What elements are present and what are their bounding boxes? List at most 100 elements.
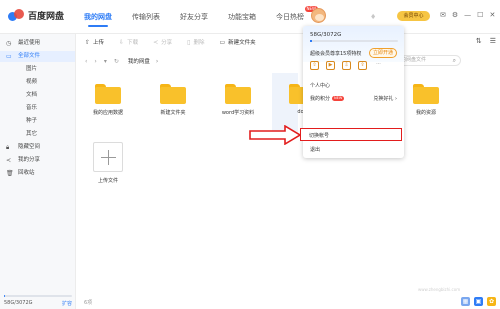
sidebar-item-label: 隐藏空间 bbox=[18, 144, 41, 150]
toolbar: ⇧ 上传 ⇩ 下载 ≺ 分享 ▯ 删除 ▭ 新建文件夹 ⇅ ☰ bbox=[77, 36, 500, 48]
assistant-icon[interactable]: ✿ bbox=[487, 297, 496, 306]
folder-icon bbox=[160, 84, 186, 104]
sidebar-item-torrents[interactable]: 种子 bbox=[0, 116, 75, 127]
sidebar-item-label: 我的分享 bbox=[18, 157, 41, 163]
switch-account-label: 切换帐号 bbox=[309, 133, 330, 139]
vip-open-button[interactable]: 立即开通 bbox=[369, 48, 397, 58]
file-item[interactable]: 新建文件夹 bbox=[143, 84, 203, 116]
file-name: 我的应用数据 bbox=[92, 110, 123, 116]
tab-my-netdisk[interactable]: 我的网盘 bbox=[84, 12, 112, 27]
maximize-icon[interactable]: ☐ bbox=[477, 11, 483, 19]
mail-icon[interactable]: ✉ bbox=[440, 11, 446, 19]
download-label: 下载 bbox=[127, 40, 139, 46]
share-button[interactable]: ≺ 分享 bbox=[153, 38, 173, 47]
image-view-icon[interactable]: ▣ bbox=[474, 297, 483, 306]
folder-icon: ▭ bbox=[6, 53, 12, 60]
popup-storage-fill bbox=[310, 40, 312, 42]
grid-view-icon[interactable]: ▦ bbox=[461, 297, 470, 306]
folder-icon bbox=[225, 84, 251, 104]
trash-icon: ▯ bbox=[187, 38, 191, 46]
upload-label: 上传 bbox=[93, 40, 105, 46]
sidebar-item-docs[interactable]: 文档 bbox=[0, 90, 75, 101]
sidebar: ◷ 最近使用 ▭ 全部文件 图片 视频 文档 音乐 种子 其它 🔒︎ 隐藏空间 ≺ 我的… bbox=[0, 34, 76, 309]
baidu-cloud-logo-icon bbox=[8, 9, 24, 22]
video-icon[interactable]: ▶ bbox=[326, 61, 335, 70]
more-icon[interactable]: ··· bbox=[374, 61, 383, 70]
my-points-link[interactable]: 我的积分 NEW bbox=[310, 95, 345, 102]
forward-icon[interactable]: › bbox=[94, 58, 96, 65]
file-name: 上传文件 bbox=[97, 178, 118, 184]
sort-icon[interactable]: ⇅ bbox=[476, 37, 482, 45]
personal-center-link[interactable]: 个人中心 bbox=[310, 82, 330, 89]
upload-button[interactable]: ⇧ 上传 bbox=[85, 38, 105, 47]
gear-icon[interactable]: ⚙ bbox=[452, 11, 458, 19]
app-logo[interactable]: 百度网盘 bbox=[8, 9, 64, 22]
close-icon[interactable]: ✕ bbox=[489, 11, 495, 19]
title-bar: 百度网盘 我的网盘 传输列表 好友分享 功能宝箱 今日热榜 NEW ♦ 会员中心 … bbox=[0, 0, 500, 34]
new-folder-label: 新建文件夹 bbox=[228, 40, 256, 46]
sidebar-item-all-files[interactable]: ▭ 全部文件 bbox=[0, 51, 75, 62]
share-icon: ≺ bbox=[6, 157, 12, 164]
redeem-gift-link[interactable]: 兑换好礼 › bbox=[373, 95, 397, 102]
vip-privilege-icons: ⇧ ▶ ⇩ ⇪ ··· bbox=[310, 61, 390, 70]
sidebar-item-hidden-space[interactable]: 🔒︎ 隐藏空间 bbox=[0, 142, 75, 153]
clock-icon: ◷ bbox=[6, 40, 12, 47]
sidebar-item-label: 全部文件 bbox=[18, 53, 41, 59]
storage-text: 58G/3072G bbox=[4, 300, 33, 306]
delete-button[interactable]: ▯ 删除 bbox=[187, 38, 205, 47]
list-view-icon[interactable]: ☰ bbox=[490, 37, 496, 45]
sidebar-item-videos[interactable]: 视频 bbox=[0, 77, 75, 88]
app-name: 百度网盘 bbox=[28, 12, 65, 22]
plus-icon bbox=[93, 142, 123, 172]
new-folder-button[interactable]: ▭ 新建文件夹 bbox=[219, 38, 256, 47]
search-icon[interactable]: ⌕ bbox=[453, 56, 456, 65]
file-name: 新建文件夹 bbox=[160, 110, 186, 116]
switch-account-button[interactable]: 切换帐号 bbox=[300, 128, 402, 141]
avatar[interactable] bbox=[311, 8, 326, 23]
file-item[interactable]: 我的应用数据 bbox=[78, 84, 138, 116]
refresh-icon[interactable]: ↻ bbox=[114, 58, 119, 65]
storage-bar-fill bbox=[4, 295, 6, 297]
folder-icon bbox=[95, 84, 121, 104]
file-name: word学习资料 bbox=[221, 110, 255, 116]
popup-storage-bar bbox=[310, 40, 398, 42]
sidebar-item-recent[interactable]: ◷ 最近使用 bbox=[0, 38, 75, 49]
history-dropdown-icon[interactable]: ▾ bbox=[104, 58, 107, 65]
lock-icon: 🔒︎ bbox=[6, 144, 10, 151]
storage-indicator: 58G/3072G 扩容 bbox=[4, 295, 72, 307]
file-item[interactable]: word学习资料 bbox=[208, 84, 268, 116]
diamond-icon[interactable]: ♦ bbox=[370, 13, 376, 21]
delete-label: 删除 bbox=[193, 40, 205, 46]
minimize-icon[interactable]: — bbox=[464, 11, 471, 19]
sidebar-item-other[interactable]: 其它 bbox=[0, 129, 75, 140]
sidebar-item-images[interactable]: 图片 bbox=[0, 64, 75, 75]
upload-icon[interactable]: ⇪ bbox=[358, 61, 367, 70]
tab-toolbox[interactable]: 功能宝箱 bbox=[228, 12, 256, 22]
sidebar-item-music[interactable]: 音乐 bbox=[0, 103, 75, 114]
sidebar-item-my-share[interactable]: ≺ 我的分享 bbox=[0, 155, 75, 166]
sidebar-item-recycle-bin[interactable]: 🗑︎ 回收站 bbox=[0, 168, 75, 179]
back-icon[interactable]: ‹ bbox=[85, 58, 87, 65]
sidebar-item-label: 最近使用 bbox=[18, 40, 41, 46]
share-label: 分享 bbox=[161, 40, 173, 46]
expand-storage-link[interactable]: 扩容 bbox=[62, 300, 72, 307]
file-name: 我的资源 bbox=[415, 110, 436, 116]
tab-hot-list[interactable]: 今日热榜 NEW bbox=[276, 6, 318, 22]
tab-hot-list-label: 今日热榜 bbox=[276, 13, 304, 21]
upload-file-tile[interactable]: 上传文件 bbox=[83, 142, 133, 184]
tab-transfer-list[interactable]: 传输列表 bbox=[132, 12, 160, 22]
watermark-text: www.zhengbizhi.com bbox=[418, 287, 461, 292]
points-new-badge: NEW bbox=[332, 96, 345, 101]
my-points-label: 我的积分 bbox=[310, 96, 331, 102]
vip-center-button[interactable]: 会员中心 bbox=[397, 11, 430, 21]
download-button[interactable]: ⇩ 下载 bbox=[119, 38, 139, 47]
tab-friend-share[interactable]: 好友分享 bbox=[180, 12, 208, 22]
annotation-arrow-icon bbox=[249, 125, 301, 145]
speed-icon[interactable]: ⇧ bbox=[310, 61, 319, 70]
breadcrumb[interactable]: 我的网盘 bbox=[128, 57, 150, 65]
sidebar-item-label: 回收站 bbox=[18, 170, 35, 176]
logout-button[interactable]: 退出 bbox=[310, 146, 320, 153]
file-item[interactable]: 我的资源 bbox=[396, 84, 456, 116]
download-icon: ⇩ bbox=[119, 38, 125, 46]
download-icon[interactable]: ⇩ bbox=[342, 61, 351, 70]
